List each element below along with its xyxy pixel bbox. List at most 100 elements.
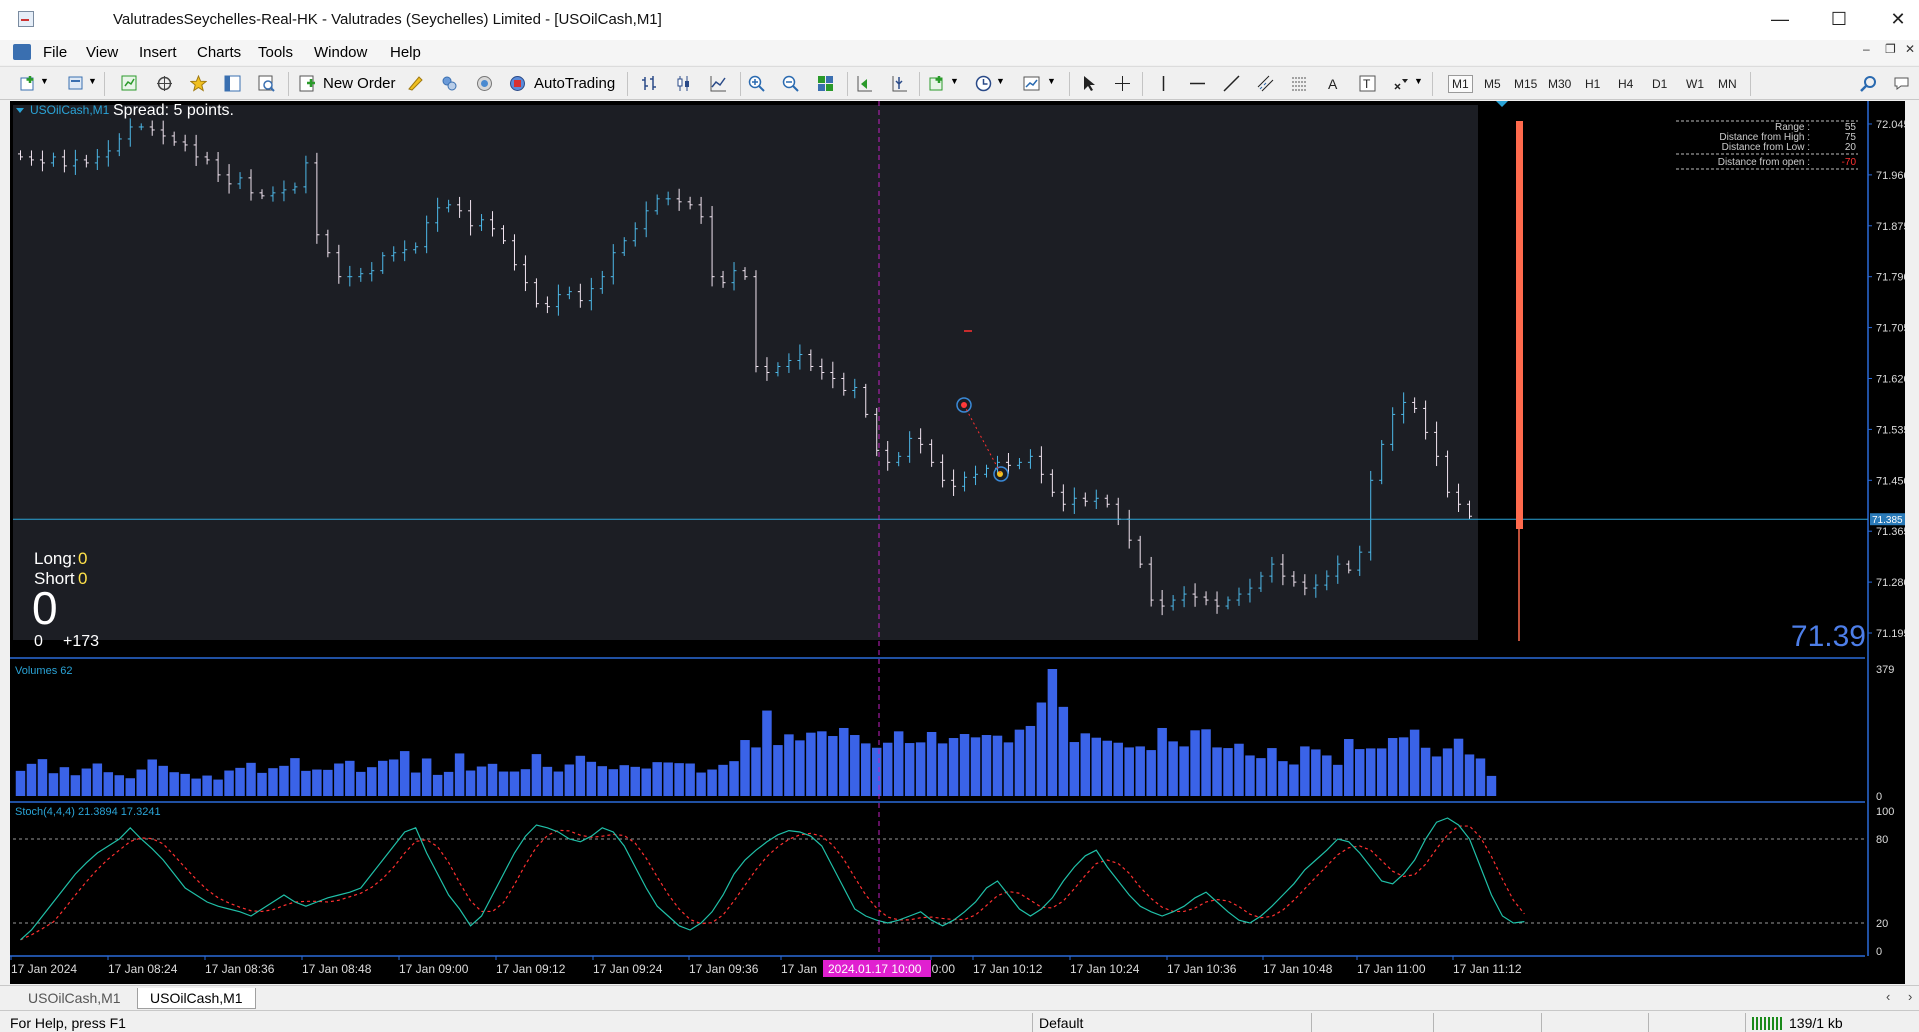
volume-bar — [1025, 725, 1036, 796]
volume-bar — [652, 762, 662, 796]
favorites-icon[interactable] — [190, 75, 207, 92]
volume-bar — [147, 759, 157, 796]
chart-tab[interactable]: USOilCash,M1 — [16, 988, 133, 1008]
menu-view[interactable]: View — [86, 44, 118, 61]
autotrading-button[interactable]: AutoTrading — [534, 75, 615, 92]
zoom-out-icon[interactable] — [782, 75, 799, 92]
timeframe-d1[interactable]: D1 — [1652, 77, 1667, 91]
menu-window[interactable]: Window — [314, 44, 367, 61]
volume-bar — [751, 747, 761, 796]
vertical-line-icon[interactable] — [1155, 75, 1172, 92]
timeframe-m15[interactable]: M15 — [1514, 77, 1537, 91]
time-axis-label: 17 Jan 10:48 — [1263, 962, 1333, 976]
svg-text:A: A — [1328, 76, 1338, 92]
metaeditor-icon[interactable] — [407, 75, 424, 92]
crosshair-icon[interactable] — [1114, 75, 1131, 92]
volume-bar — [224, 770, 234, 796]
chart-window[interactable]: 72.045 71.960 71.875 71.790 71.705 71.620 71.5… — [10, 101, 1910, 984]
mdi-close-icon[interactable]: ✕ — [1905, 42, 1915, 56]
strategy-tester-icon[interactable] — [258, 75, 275, 92]
dropdown-arrow-icon[interactable]: ▼ — [950, 76, 959, 86]
volume-bar — [773, 745, 783, 796]
volume-bar — [926, 731, 937, 796]
timeframe-m5[interactable]: M5 — [1484, 77, 1501, 91]
chart-canvas[interactable]: 72.045 71.960 71.875 71.790 71.705 71.620 71.5… — [10, 101, 1910, 984]
volume-axis-label: 0 — [1876, 791, 1882, 803]
auto-scroll-icon[interactable] — [856, 75, 873, 92]
timeframe-mn[interactable]: MN — [1718, 77, 1737, 91]
dropdown-arrow-icon[interactable]: ▼ — [88, 76, 97, 86]
new-order-icon[interactable] — [299, 75, 316, 92]
text-icon[interactable]: A — [1325, 75, 1342, 92]
maximize-icon[interactable]: ☐ — [1816, 0, 1862, 40]
tab-scroll-right-icon[interactable]: › — [1908, 989, 1912, 1004]
terminal-icon[interactable] — [224, 75, 241, 92]
menu-file[interactable]: File — [43, 44, 67, 61]
dropdown-arrow-icon[interactable]: ▼ — [40, 76, 49, 86]
timeframe-m30[interactable]: M30 — [1548, 77, 1571, 91]
volume-bar — [553, 771, 564, 796]
chart-tab-active[interactable]: USOilCash,M1 — [137, 988, 256, 1009]
templates-icon[interactable] — [1023, 75, 1040, 92]
dropdown-arrow-icon[interactable]: ▼ — [1047, 76, 1056, 86]
chart-shift-icon[interactable] — [891, 75, 908, 92]
equidistant-channel-icon[interactable] — [1257, 75, 1274, 92]
new-order-button[interactable]: New Order — [323, 75, 396, 92]
periods-icon[interactable] — [975, 75, 992, 92]
info-dist-open-label: Distance from open : — [1718, 157, 1810, 168]
dropdown-arrow-icon[interactable]: ▼ — [1414, 76, 1423, 86]
volume-bar — [893, 731, 904, 796]
timeframe-m1[interactable]: M1 — [1448, 75, 1473, 93]
volume-bar — [948, 738, 959, 796]
volume-bar — [1223, 748, 1233, 796]
chat-icon[interactable] — [1893, 75, 1910, 92]
menu-insert[interactable]: Insert — [139, 44, 177, 61]
text-label-icon[interactable]: T — [1359, 75, 1376, 92]
navigator-icon[interactable] — [156, 75, 173, 92]
tile-windows-icon[interactable] — [817, 75, 834, 92]
autotrading-icon[interactable] — [509, 75, 526, 92]
arrows-icon[interactable] — [1393, 75, 1410, 92]
minimize-icon[interactable]: — — [1757, 0, 1803, 40]
bar-chart-icon[interactable] — [641, 75, 658, 92]
volume-bar — [707, 769, 717, 796]
mdi-minimize-icon[interactable]: – — [1863, 42, 1870, 56]
profiles-icon[interactable] — [68, 75, 85, 92]
dropdown-arrow-icon[interactable]: ▼ — [996, 76, 1005, 86]
new-chart-icon[interactable] — [20, 75, 37, 92]
tab-scroll-left-icon[interactable]: ‹ — [1886, 989, 1890, 1004]
volume-bar — [784, 734, 794, 796]
menu-help[interactable]: Help — [390, 44, 421, 61]
trendline-icon[interactable] — [1223, 75, 1240, 92]
volume-bar — [323, 769, 333, 796]
volume-bar — [882, 742, 893, 796]
cursor-icon[interactable] — [1080, 75, 1097, 92]
search-icon[interactable] — [1860, 75, 1877, 92]
timeframe-h1[interactable]: H1 — [1585, 77, 1600, 91]
current-price-big: 71.39 — [1791, 620, 1866, 653]
time-axis-label: 17 Jan 09:24 — [593, 962, 663, 976]
line-chart-icon[interactable] — [710, 75, 727, 92]
volume-bar — [136, 769, 146, 796]
volume-bar — [498, 771, 509, 796]
horizontal-line-icon[interactable] — [1189, 75, 1206, 92]
zoom-in-icon[interactable] — [748, 75, 765, 92]
toolbar-separator — [847, 72, 848, 96]
signals-icon[interactable] — [441, 75, 458, 92]
candlestick-icon[interactable] — [675, 75, 692, 92]
volume-bar — [619, 765, 629, 796]
fibonacci-icon[interactable] — [1291, 75, 1308, 92]
indicators-icon[interactable] — [929, 75, 946, 92]
timeframe-w1[interactable]: W1 — [1686, 77, 1704, 91]
volume-bar — [1234, 743, 1244, 796]
long-label: Long: — [34, 549, 77, 568]
volume-bar — [828, 736, 838, 796]
chart-window-icon — [13, 44, 31, 60]
close-icon[interactable]: ✕ — [1875, 0, 1919, 40]
market-icon[interactable] — [476, 75, 493, 92]
timeframe-h4[interactable]: H4 — [1618, 77, 1633, 91]
market-watch-icon[interactable] — [121, 75, 138, 92]
menu-tools[interactable]: Tools — [258, 44, 293, 61]
mdi-restore-icon[interactable]: ❐ — [1885, 42, 1896, 56]
menu-charts[interactable]: Charts — [197, 44, 241, 61]
